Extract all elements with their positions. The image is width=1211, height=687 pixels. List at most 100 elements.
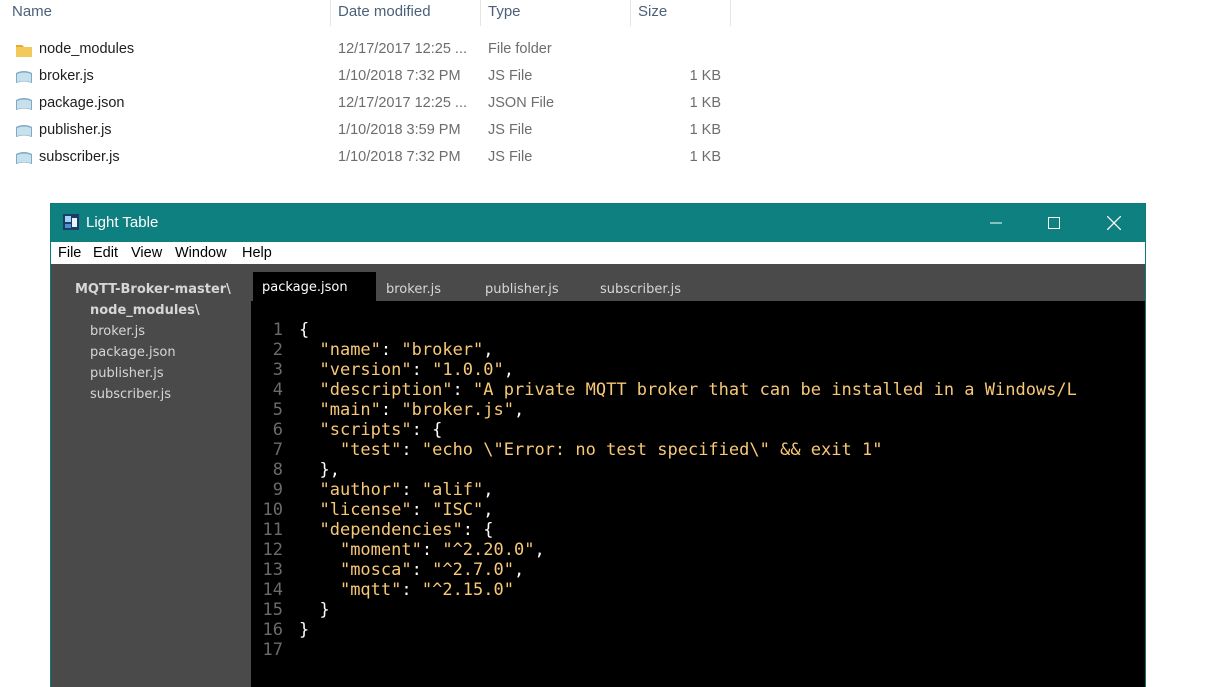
menu-edit[interactable]: Edit (93, 245, 118, 261)
column-divider[interactable] (480, 0, 481, 26)
code-line[interactable]: 12 "moment": "^2.20.0", (251, 540, 1145, 560)
line-number: 17 (262, 640, 283, 660)
tree-root-folder[interactable]: MQTT-Broker-master\ (75, 282, 231, 297)
minimize-icon (990, 222, 1002, 224)
file-date: 1/10/2018 3:59 PM (338, 122, 461, 138)
maximize-button[interactable] (1025, 204, 1083, 242)
file-size: 1 KB (689, 122, 721, 138)
code-text: "dependencies": { (319, 520, 494, 540)
maximize-icon (1048, 217, 1060, 229)
column-header-date[interactable]: Date modified (338, 3, 431, 20)
file-date: 1/10/2018 7:32 PM (338, 149, 461, 165)
file-name: subscriber.js (39, 149, 120, 165)
code-text: "author": "alif", (319, 480, 494, 500)
file-row-publisher-js[interactable]: publisher.js 1/10/2018 3:59 PM JS File 1… (0, 117, 760, 144)
code-text: { (299, 320, 310, 340)
folder-icon (15, 42, 33, 58)
code-line[interactable]: 6 "scripts": { (251, 420, 1145, 440)
code-text: "name": "broker", (319, 340, 494, 360)
code-line[interactable]: 14 "mqtt": "^2.15.0" (251, 580, 1145, 600)
js-file-icon (15, 69, 33, 85)
file-type: JS File (488, 122, 533, 138)
js-file-icon (15, 123, 33, 139)
column-divider[interactable] (630, 0, 631, 26)
file-type: JS File (488, 68, 533, 84)
file-date: 12/17/2017 12:25 ... (338, 95, 467, 111)
code-line[interactable]: 15 } (251, 600, 1145, 620)
line-number: 16 (262, 620, 283, 640)
file-row-subscriber-js[interactable]: subscriber.js 1/10/2018 7:32 PM JS File … (0, 144, 760, 171)
code-line[interactable]: 16} (251, 620, 1145, 640)
tab-package-json[interactable]: package.json (253, 272, 376, 301)
code-line[interactable]: 17 (251, 640, 1145, 660)
file-name: broker.js (39, 68, 94, 84)
tree-folder-node-modules[interactable]: node_modules\ (90, 303, 200, 318)
file-type: JS File (488, 149, 533, 165)
column-header-type[interactable]: Type (488, 3, 521, 20)
tab-label: broker.js (386, 282, 441, 297)
code-text: "license": "ISC", (319, 500, 494, 520)
tree-file-package-json[interactable]: package.json (90, 345, 176, 360)
code-line[interactable]: 9 "author": "alif", (251, 480, 1145, 500)
close-button[interactable] (1085, 204, 1143, 242)
code-line[interactable]: 5 "main": "broker.js", (251, 400, 1145, 420)
column-divider[interactable] (330, 0, 331, 26)
tab-label: subscriber.js (600, 282, 682, 297)
line-number: 4 (272, 380, 283, 400)
menu-view[interactable]: View (131, 245, 162, 261)
code-line[interactable]: 8 }, (251, 460, 1145, 480)
file-row-node-modules[interactable]: node_modules 12/17/2017 12:25 ... File f… (0, 36, 760, 63)
workspace-sidebar: MQTT-Broker-master\ node_modules\ broker… (51, 264, 251, 687)
line-number: 14 (262, 580, 283, 600)
code-line[interactable]: 3 "version": "1.0.0", (251, 360, 1145, 380)
line-number: 1 (272, 320, 283, 340)
file-size: 1 KB (689, 149, 721, 165)
code-line[interactable]: 4 "description": "A private MQTT broker … (251, 380, 1145, 400)
code-line[interactable]: 1{ (251, 320, 1145, 340)
line-number: 10 (262, 500, 283, 520)
column-header-size[interactable]: Size (638, 3, 667, 20)
menu-window[interactable]: Window (175, 245, 227, 261)
code-text: } (299, 600, 330, 620)
code-text: }, (299, 460, 340, 480)
menu-file[interactable]: File (58, 245, 81, 261)
menu-help[interactable]: Help (242, 245, 272, 261)
column-header-row: Name Date modified Type Size (0, 0, 731, 26)
column-header-name[interactable]: Name (12, 3, 52, 20)
code-line[interactable]: 10 "license": "ISC", (251, 500, 1145, 520)
code-text: "moment": "^2.20.0", (339, 540, 545, 560)
code-text: "mosca": "^2.7.0", (339, 560, 525, 580)
code-text: "mqtt": "^2.15.0" (339, 580, 514, 600)
file-name: publisher.js (39, 122, 112, 138)
code-line[interactable]: 7 "test": "echo \"Error: no test specifi… (251, 440, 1145, 460)
line-number: 13 (262, 560, 283, 580)
tree-file-broker-js[interactable]: broker.js (90, 324, 145, 339)
file-size: 1 KB (689, 95, 721, 111)
code-line[interactable]: 2 "name": "broker", (251, 340, 1145, 360)
window-title: Light Table (86, 214, 159, 231)
line-number: 7 (272, 440, 283, 460)
tree-file-subscriber-js[interactable]: subscriber.js (90, 387, 171, 402)
line-number: 11 (262, 520, 283, 540)
code-line[interactable]: 13 "mosca": "^2.7.0", (251, 560, 1145, 580)
minimize-button[interactable] (967, 204, 1025, 242)
code-editor[interactable]: 1{2 "name": "broker", 3 "version": "1.0.0… (251, 301, 1145, 687)
file-row-package-json[interactable]: package.json 12/17/2017 12:25 ... JSON F… (0, 90, 760, 117)
file-row-broker-js[interactable]: broker.js 1/10/2018 7:32 PM JS File 1 KB (0, 63, 760, 90)
line-number: 2 (272, 340, 283, 360)
menu-bar: File Edit View Window Help (51, 242, 1145, 264)
file-date: 1/10/2018 7:32 PM (338, 68, 461, 84)
file-type: JSON File (488, 95, 555, 111)
line-number: 12 (262, 540, 283, 560)
light-table-app-icon (62, 213, 80, 231)
window-titlebar[interactable]: Light Table (51, 204, 1145, 242)
tree-file-publisher-js[interactable]: publisher.js (90, 366, 164, 381)
line-number: 8 (272, 460, 283, 480)
code-text: "description": "A private MQTT broker th… (319, 380, 1077, 400)
column-divider[interactable] (730, 0, 731, 26)
file-name: package.json (39, 95, 125, 111)
file-size: 1 KB (689, 68, 721, 84)
code-text: "test": "echo \"Error: no test specified… (339, 440, 883, 460)
code-text: "version": "1.0.0", (319, 360, 514, 380)
code-line[interactable]: 11 "dependencies": { (251, 520, 1145, 540)
